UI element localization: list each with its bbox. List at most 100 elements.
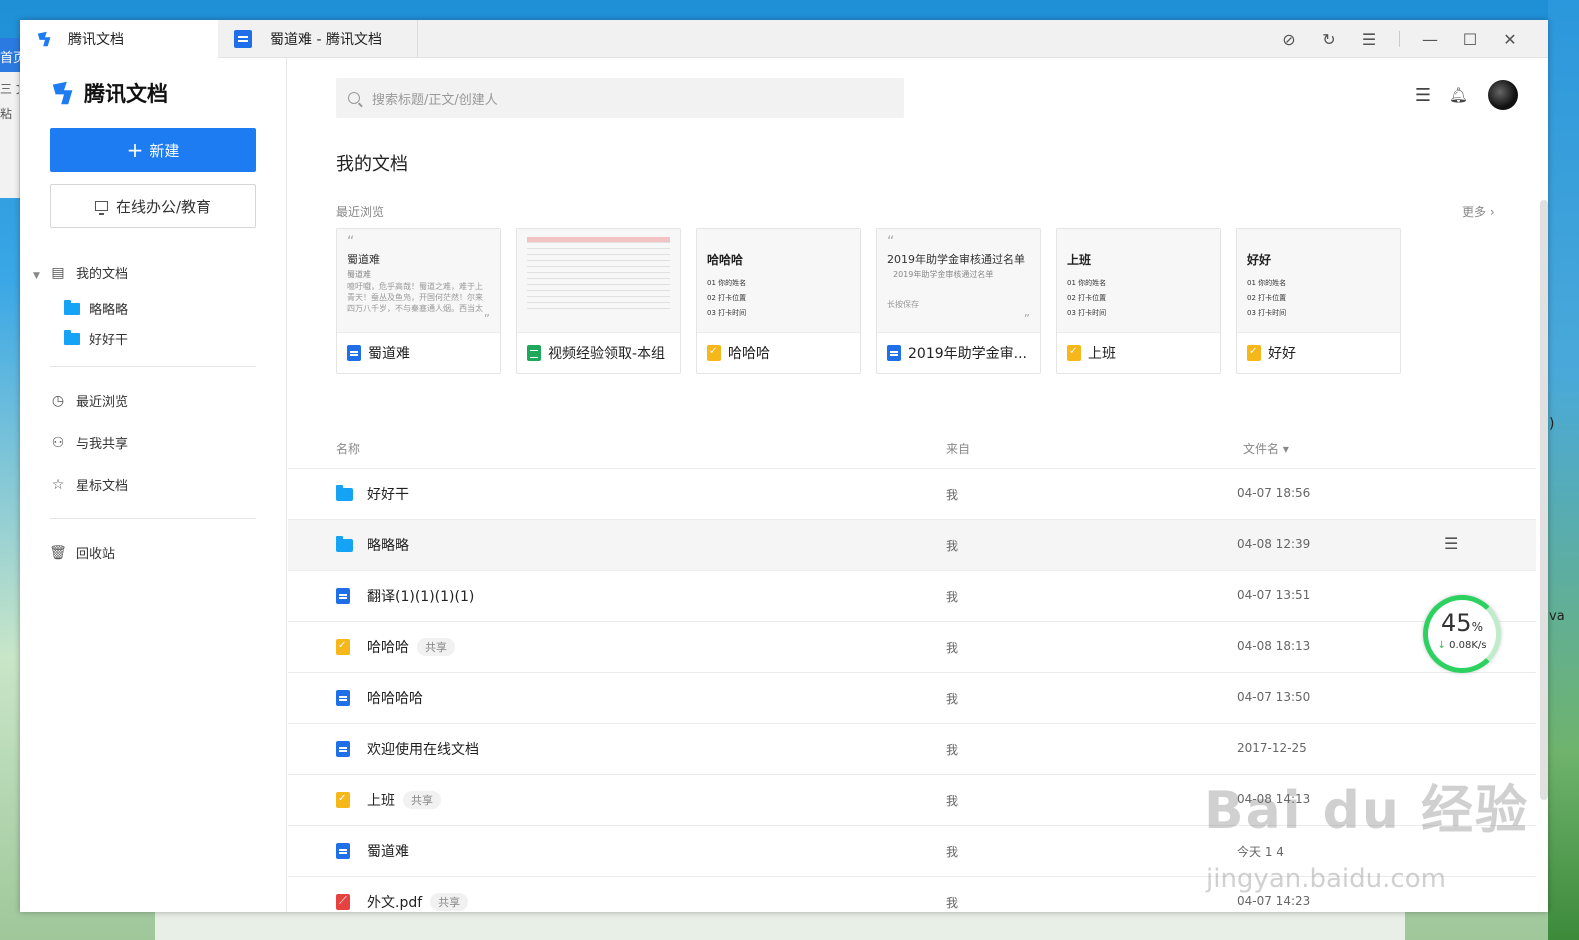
card-preview xyxy=(517,229,680,333)
column-header-from[interactable]: 来自 xyxy=(946,440,970,457)
card-title: 哈哈哈 xyxy=(728,346,770,362)
card-footer: 上班 xyxy=(1057,333,1220,373)
window-controls: ⊘ ↻ ☰ — ☐ ✕ xyxy=(1269,20,1530,58)
network-speed-widget[interactable]: 45% ↓ 0.08K/s xyxy=(1423,595,1501,673)
minimize-icon[interactable]: — xyxy=(1410,30,1450,49)
sidebar-item-label: 好好干 xyxy=(89,333,129,348)
tab-label: 腾讯文档 xyxy=(68,32,124,48)
watermark-logo: Bai du 经验 xyxy=(1204,781,1529,841)
table-row[interactable]: 略略略 我 04-08 12:39 ☰ xyxy=(288,519,1536,570)
row-time: 2017-12-25 xyxy=(1237,741,1307,755)
background-app-tab[interactable]: 首页 xyxy=(0,38,20,72)
office-button-label: 在线办公/教育 xyxy=(115,197,212,216)
table-row[interactable]: 哈哈哈 共享 我 04-08 18:13 xyxy=(288,621,1536,672)
row-time: 04-07 13:50 xyxy=(1237,690,1311,704)
recent-card[interactable]: 上班 01 你的姓名 02 打卡位置 03 打卡时间 上班 xyxy=(1056,228,1221,374)
monitor-icon xyxy=(94,201,108,215)
sort-dropdown[interactable]: 文件名 ▾ xyxy=(1243,440,1289,457)
menu-icon[interactable]: ☰ xyxy=(1349,30,1389,49)
new-button[interactable]: + 新建 xyxy=(50,128,256,172)
shared-badge: 共享 xyxy=(430,893,469,911)
list-menu-icon[interactable]: ☰ xyxy=(1415,85,1431,106)
sidebar-item-starred[interactable]: ☆ 星标文档 xyxy=(50,475,128,495)
sidebar-item-shared[interactable]: ⚇ 与我共享 xyxy=(50,433,128,453)
preview-line: 03 打卡时间 xyxy=(707,309,747,317)
office-education-button[interactable]: 在线办公/教育 xyxy=(50,184,256,228)
table-row[interactable]: 翻译(1)(1)(1)(1) 我 04-07 13:51 xyxy=(288,570,1536,621)
sidebar-item-recent[interactable]: ◷ 最近浏览 xyxy=(50,391,128,411)
background-app-fragment: 首页 三 文 粘 xyxy=(0,38,20,198)
column-header-name[interactable]: 名称 xyxy=(336,440,360,457)
row-from: 我 xyxy=(946,539,959,553)
recent-card[interactable]: “ 2019年助学金审核通过名单 2019年助学金审核通过名单 长按保存 ” 2… xyxy=(876,228,1041,374)
table-row[interactable]: 哈哈哈哈 我 04-07 13:50 xyxy=(288,672,1536,723)
row-name: 翻译(1)(1)(1)(1) xyxy=(336,571,474,621)
preview-body: 噫吁嚱，危乎高哉！蜀道之难，难于上青天！蚕丛及鱼凫，开国何茫然！尔来四万八千岁，… xyxy=(347,282,483,313)
more-link[interactable]: 更多 › xyxy=(1462,203,1495,220)
row-from: 我 xyxy=(946,692,959,706)
row-menu-icon[interactable]: ☰ xyxy=(1444,534,1458,553)
row-name: 哈哈哈 共享 xyxy=(336,622,455,672)
table-row[interactable]: 欢迎使用在线文档 我 2017-12-25 xyxy=(288,723,1536,774)
folder-icon xyxy=(64,299,80,315)
desktop-text: ) xyxy=(1549,416,1555,432)
quote-icon: ” xyxy=(1023,312,1030,326)
avatar[interactable] xyxy=(1488,80,1518,110)
scrollbar-thumb[interactable] xyxy=(1540,200,1548,800)
file-name: 哈哈哈哈 xyxy=(367,691,423,707)
folder-icon xyxy=(64,329,80,345)
sidebar-item-label: 回收站 xyxy=(76,547,116,562)
folder-icon xyxy=(336,535,353,552)
star-icon: ☆ xyxy=(51,476,65,493)
preview-title: 好好 xyxy=(1247,253,1272,267)
search-icon xyxy=(348,92,360,104)
recent-card[interactable]: 哈哈哈 01 你的姓名 02 打卡位置 03 打卡时间 哈哈哈 xyxy=(696,228,861,374)
divider xyxy=(1399,31,1400,47)
file-name: 翻译(1)(1)(1)(1) xyxy=(367,589,475,605)
card-footer: 好好 xyxy=(1237,333,1400,373)
preview-title: 蜀道难 xyxy=(347,253,380,266)
sidebar-item-label: 我的文档 xyxy=(76,267,129,282)
preview-line: 03 打卡时间 xyxy=(1247,309,1287,317)
brand[interactable]: 腾讯文档 xyxy=(50,78,168,108)
refresh-icon[interactable]: ↻ xyxy=(1309,30,1349,49)
close-icon[interactable]: ✕ xyxy=(1490,30,1530,49)
quote-icon: ” xyxy=(483,312,490,326)
brand-name: 腾讯文档 xyxy=(84,82,168,106)
compass-icon[interactable]: ⊘ xyxy=(1269,30,1309,49)
table-row[interactable]: 好好干 我 04-07 18:56 xyxy=(288,468,1536,519)
section-label: 最近浏览 xyxy=(336,205,385,219)
collapse-arrow-icon[interactable]: ▼ xyxy=(33,271,40,281)
preview-line: 02 打卡位置 xyxy=(1247,294,1287,302)
recent-card[interactable]: 视频经验领取-本组 xyxy=(516,228,681,374)
sidebar-item-my-docs[interactable]: ▤ 我的文档 xyxy=(50,263,129,283)
doc-icon xyxy=(347,345,361,361)
sidebar-folder-item[interactable]: 好好干 xyxy=(64,329,128,348)
recent-card[interactable]: “ 蜀道难 蜀道难 噫吁嚱，危乎高哉！蜀道之难，难于上青天！蚕丛及鱼凫，开国何茫… xyxy=(336,228,501,374)
row-from: 我 xyxy=(946,896,959,910)
doc-icon xyxy=(336,741,350,757)
search-input[interactable]: 搜索标题/正文/创建人 xyxy=(336,78,904,118)
search-placeholder: 搜索标题/正文/创建人 xyxy=(372,92,498,108)
preview-line: 03 打卡时间 xyxy=(1067,309,1107,317)
card-preview: 好好 01 你的姓名 02 打卡位置 03 打卡时间 xyxy=(1237,229,1400,333)
row-from: 我 xyxy=(946,743,959,757)
recent-card[interactable]: 好好 01 你的姓名 02 打卡位置 03 打卡时间 好好 xyxy=(1236,228,1401,374)
sidebar-item-trash[interactable]: 🗑 回收站 xyxy=(49,543,116,563)
maximize-icon[interactable]: ☐ xyxy=(1450,30,1490,49)
preview-body: 长按保存 xyxy=(887,300,919,309)
shared-badge: 共享 xyxy=(417,638,455,656)
card-preview: “ 2019年助学金审核通过名单 2019年助学金审核通过名单 长按保存 ” xyxy=(877,229,1040,333)
sidebar-folder-item[interactable]: 略略略 xyxy=(64,299,128,318)
row-time: 今天 1 4 xyxy=(1237,845,1284,859)
row-name: 哈哈哈哈 xyxy=(336,673,423,723)
card-footer: 哈哈哈 xyxy=(697,333,860,373)
scrollbar[interactable] xyxy=(1540,200,1548,830)
tab-home[interactable]: 腾讯文档 xyxy=(20,20,218,58)
file-name: 蜀道难 xyxy=(367,844,409,860)
row-time: 04-07 13:51 xyxy=(1237,588,1311,602)
preview-title: 哈哈哈 xyxy=(707,253,744,267)
title-bar: 腾讯文档 蜀道难 - 腾讯文档 ⊘ ↻ ☰ — ☐ ✕ xyxy=(20,20,1548,58)
tab-document[interactable]: 蜀道难 - 腾讯文档 xyxy=(232,20,418,58)
bell-icon[interactable]: 🔔︎ xyxy=(1449,86,1468,104)
